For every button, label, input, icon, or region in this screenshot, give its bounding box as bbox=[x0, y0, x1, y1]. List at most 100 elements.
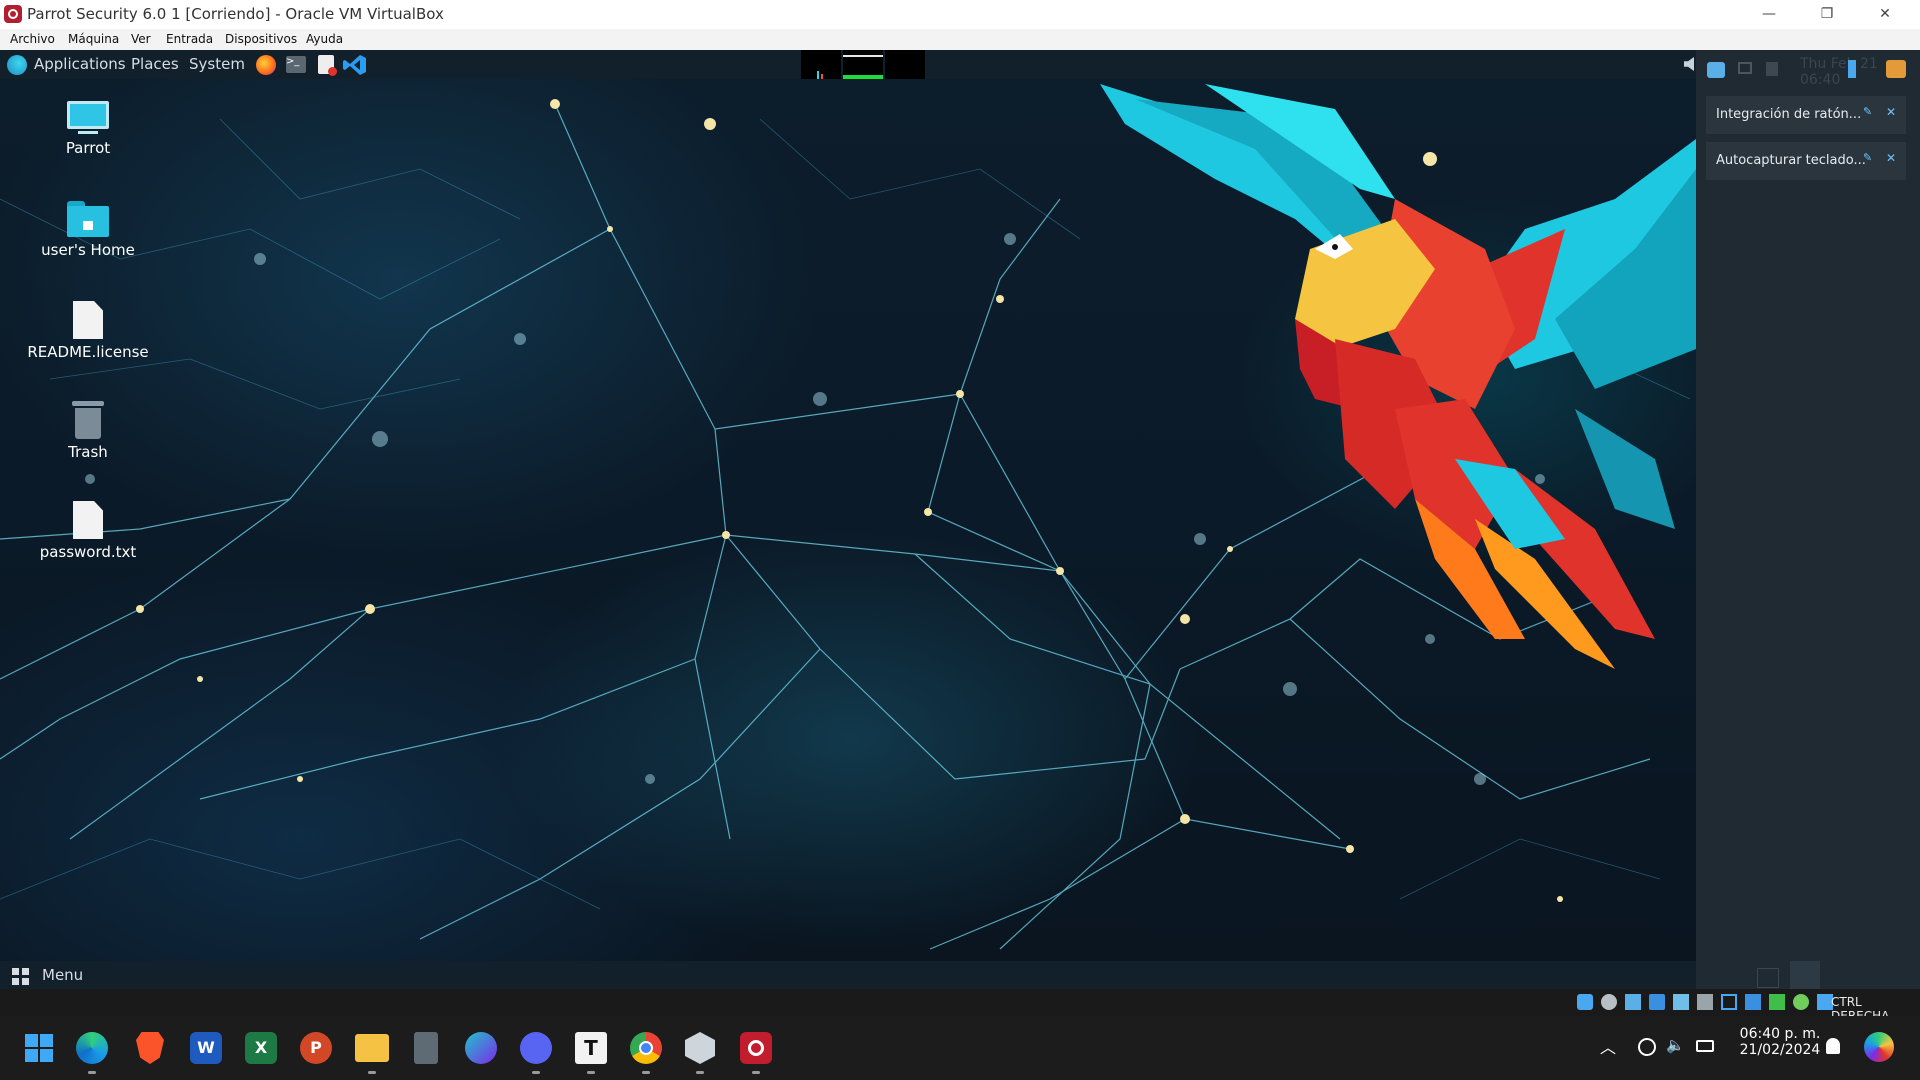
battery-tray-icon[interactable] bbox=[1696, 1040, 1714, 1052]
speaker-icon[interactable]: 🔈 bbox=[1666, 1036, 1685, 1054]
restore-button[interactable]: ❐ bbox=[1804, 0, 1850, 29]
menu-dispositivos[interactable]: Dispositivos bbox=[225, 32, 297, 46]
excel-icon[interactable]: X bbox=[245, 1032, 277, 1064]
audio-status-icon[interactable] bbox=[1625, 994, 1641, 1010]
notification-close-icon[interactable]: ✕ bbox=[1886, 105, 1896, 119]
edge-running-indicator bbox=[88, 1071, 96, 1074]
notification-panel: Thu Feb 21 06:40 bbox=[1696, 50, 1920, 989]
typora-running-indicator bbox=[587, 1071, 595, 1074]
battery-icon bbox=[1766, 62, 1778, 76]
hard-disk-status-icon[interactable] bbox=[1577, 994, 1593, 1010]
bell-icon[interactable] bbox=[1826, 1038, 1840, 1054]
canva-icon[interactable] bbox=[465, 1032, 497, 1064]
system-menu[interactable]: System bbox=[189, 55, 245, 73]
firefox-launcher-icon[interactable] bbox=[256, 55, 276, 75]
places-menu[interactable]: Places bbox=[131, 55, 179, 73]
usb-status-icon[interactable] bbox=[1673, 994, 1689, 1010]
menu-ayuda[interactable]: Ayuda bbox=[306, 32, 343, 46]
desktop-icon-label: Parrot bbox=[65, 139, 111, 157]
notification-mouse-integration[interactable]: Integración de ratón... ✎ ✕ bbox=[1706, 96, 1906, 134]
parrot-vm-icon[interactable] bbox=[740, 1032, 772, 1064]
notification-pin-icon[interactable]: ✎ bbox=[1863, 151, 1875, 164]
desktop-icon-parrot[interactable]: Parrot bbox=[23, 101, 153, 157]
notifications-icon[interactable] bbox=[1707, 62, 1725, 78]
discord-running-indicator bbox=[532, 1071, 540, 1074]
chrome-running-indicator bbox=[642, 1071, 650, 1074]
menu-ver[interactable]: Ver bbox=[131, 32, 151, 46]
menu-maquina[interactable]: Máquina bbox=[68, 32, 119, 46]
menu-grid-icon[interactable] bbox=[12, 968, 30, 986]
globe-icon[interactable] bbox=[1638, 1038, 1656, 1056]
workspace-switcher-1[interactable] bbox=[1757, 968, 1779, 988]
clock-time: 06:40 p. m. bbox=[1739, 1026, 1821, 1042]
copilot-icon[interactable] bbox=[1864, 1032, 1894, 1062]
computer-icon bbox=[67, 101, 109, 135]
optical-drive-status-icon[interactable] bbox=[1601, 994, 1617, 1010]
menu-archivo[interactable]: Archivo bbox=[10, 32, 55, 46]
brave-icon[interactable] bbox=[136, 1032, 164, 1064]
desktop-icon-home[interactable]: user's Home bbox=[23, 201, 153, 259]
windows-taskbar: W X P T ︿ 🔈 06:40 p. m. 21/02/2024 bbox=[0, 1016, 1920, 1080]
home-folder-icon bbox=[67, 201, 109, 237]
virtualbox-status-bar: CTRL DERECHA bbox=[0, 989, 1920, 1023]
typora-icon[interactable]: T bbox=[575, 1032, 607, 1064]
discord-icon[interactable] bbox=[520, 1032, 552, 1064]
desktop-icon-label: Trash bbox=[68, 443, 108, 461]
shared-folders-status-icon[interactable] bbox=[1697, 994, 1713, 1010]
notification-close-icon[interactable]: ✕ bbox=[1886, 151, 1896, 165]
network-monitor-graph bbox=[885, 50, 925, 79]
desktop-icon-trash[interactable]: Trash bbox=[23, 401, 153, 461]
memory-monitor-graph bbox=[843, 50, 883, 79]
desktop-icon-label: README.license bbox=[27, 343, 149, 361]
guest-desktop[interactable]: Parrot user's Home README.license Trash … bbox=[0, 79, 1696, 961]
calculator-icon[interactable] bbox=[414, 1032, 438, 1064]
virtualbox-app-icon bbox=[4, 5, 22, 23]
clock-date: 21/02/2024 bbox=[1739, 1042, 1821, 1058]
notification-text: Autocapturar teclado... bbox=[1716, 153, 1866, 168]
workspace-switcher-2[interactable] bbox=[1790, 961, 1820, 989]
text-editor-launcher-icon[interactable] bbox=[318, 55, 337, 76]
vscode-launcher-icon[interactable] bbox=[343, 54, 367, 76]
chrome-icon[interactable] bbox=[630, 1032, 662, 1064]
trash-icon bbox=[72, 401, 104, 439]
recording-status-icon[interactable] bbox=[1745, 994, 1761, 1010]
volume-icon[interactable] bbox=[1684, 57, 1694, 71]
document-icon bbox=[73, 501, 103, 539]
notification-pin-icon[interactable]: ✎ bbox=[1863, 105, 1875, 118]
file-explorer-icon[interactable] bbox=[355, 1034, 389, 1062]
cpu-status-icon[interactable] bbox=[1769, 994, 1785, 1010]
parrot-menu-icon[interactable] bbox=[7, 55, 27, 75]
desktop-icon-label: password.txt bbox=[39, 543, 137, 561]
start-icon[interactable] bbox=[20, 1028, 60, 1068]
window-title: Parrot Security 6.0 1 [Corriendo] - Orac… bbox=[27, 5, 444, 23]
parrot-wallpaper-illustration bbox=[1100, 84, 1696, 669]
display-icon bbox=[1738, 62, 1752, 74]
guest-bottom-panel: Menu bbox=[0, 961, 1696, 989]
chevron-up-icon[interactable]: ︿ bbox=[1600, 1034, 1616, 1058]
window-title-bar[interactable]: Parrot Security 6.0 1 [Corriendo] - Orac… bbox=[0, 0, 1920, 29]
menu-button[interactable]: Menu bbox=[42, 966, 83, 984]
desktop-icon-label: user's Home bbox=[41, 241, 135, 259]
mouse-integration-status-icon[interactable] bbox=[1793, 994, 1809, 1010]
parrot-vm-running-indicator bbox=[752, 1071, 760, 1074]
display-status-icon[interactable] bbox=[1721, 994, 1737, 1010]
powerpoint-icon[interactable]: P bbox=[300, 1032, 332, 1064]
desktop-icon-readme[interactable]: README.license bbox=[23, 301, 153, 361]
terminal-launcher-icon[interactable]: >_ bbox=[286, 56, 306, 73]
guest-top-panel: Applications Places System >_ bbox=[0, 50, 1696, 79]
panel-settings-icon[interactable] bbox=[1848, 60, 1864, 78]
desktop-icon-password[interactable]: password.txt bbox=[23, 501, 153, 561]
taskbar-clock[interactable]: 06:40 p. m. 21/02/2024 bbox=[1730, 1026, 1830, 1058]
explorer-running-indicator bbox=[368, 1071, 376, 1074]
edge-icon[interactable] bbox=[76, 1032, 108, 1064]
applications-menu[interactable]: Applications bbox=[34, 55, 126, 73]
menu-entrada[interactable]: Entrada bbox=[166, 32, 213, 46]
virtualbox-icon[interactable] bbox=[685, 1032, 715, 1064]
close-button[interactable]: ✕ bbox=[1862, 0, 1908, 29]
virtualbox-running-indicator bbox=[696, 1071, 704, 1074]
word-icon[interactable]: W bbox=[190, 1032, 222, 1064]
minimize-button[interactable]: — bbox=[1746, 0, 1792, 29]
network-status-icon[interactable] bbox=[1649, 994, 1665, 1010]
virtualbox-notification-icon[interactable] bbox=[1886, 60, 1906, 78]
notification-keyboard-capture[interactable]: Autocapturar teclado... ✎ ✕ bbox=[1706, 142, 1906, 180]
